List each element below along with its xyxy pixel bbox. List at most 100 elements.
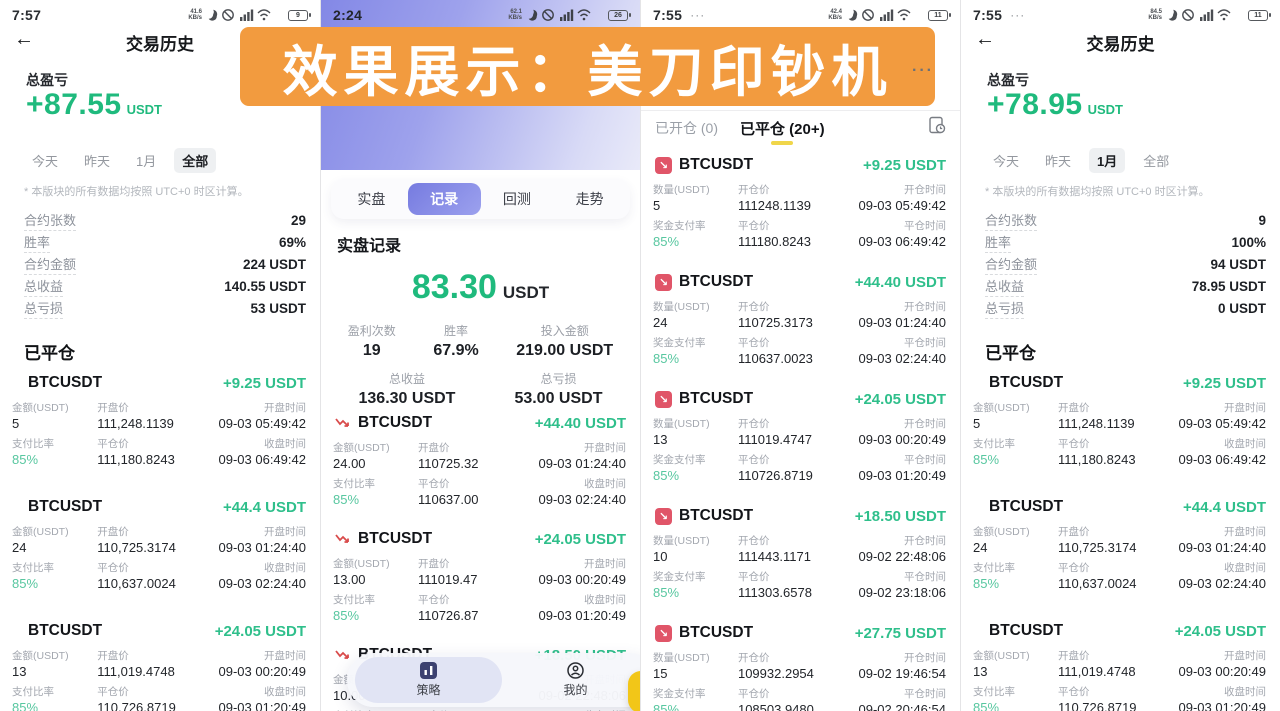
wifi-icon [578, 10, 590, 20]
promo-banner-text: 效果展示：美刀印钞机 [282, 27, 892, 107]
symbol: BTCUSDT [679, 273, 753, 291]
stat-row: 合约张数9 [985, 209, 1266, 231]
tab-record[interactable]: 记录 [408, 183, 481, 215]
profit-amount: +24.05 USDT [535, 531, 626, 548]
phone-screen-trade-history-2: 7:55 ··· 84.5KB/s 11 ← 交易历史 总盈亏 +78.95US… [960, 0, 1280, 711]
promo-banner: 效果展示：美刀印钞机 [240, 27, 935, 106]
filter-1month[interactable]: 1月 [128, 148, 164, 173]
status-icons [526, 8, 604, 22]
nav-strategy[interactable]: 策略 [355, 657, 502, 703]
moon-icon [209, 10, 217, 21]
trade-card[interactable]: BTCUSDT+44.4 USDT 金额(USDT)24支付比率85% 开盘价1… [961, 492, 1280, 594]
timezone-note: * 本版块的所有数据均按照 UTC+0 时区计算。 [24, 183, 310, 199]
network-speed: 42.4KB/s [828, 9, 842, 21]
swap-fab[interactable]: ⇄ [628, 671, 640, 711]
short-position-icon: ↘ [655, 508, 672, 525]
tab-closed-positions[interactable]: 已平仓 (20+) [740, 118, 825, 145]
battery-icon: 26 [608, 10, 628, 21]
total-pnl-label: 总盈亏 [26, 70, 68, 90]
filter-all[interactable]: 全部 [1135, 148, 1177, 173]
signal-icon [880, 10, 893, 22]
filter-today[interactable]: 今天 [24, 148, 66, 173]
closed-positions-list: ↘BTCUSDT+9.25 USDT 数量(USDT)5奖金支付率85% 开仓价… [641, 150, 960, 711]
clock-text: 7:57 [12, 7, 41, 23]
battery-icon: 11 [928, 10, 948, 21]
symbol: BTCUSDT [679, 624, 753, 642]
symbol: BTCUSDT [358, 414, 432, 432]
filter-all[interactable]: 全部 [174, 148, 216, 173]
total-pnl-label: 总盈亏 [987, 70, 1029, 90]
nav-mine[interactable]: 我的 [502, 657, 640, 703]
mute-icon [863, 10, 873, 20]
tab-trend[interactable]: 走势 [553, 183, 626, 215]
moon-icon [529, 10, 537, 21]
bottom-nav: 策略 我的 ⇄ [347, 653, 640, 707]
profit-amount: +9.25 USDT [1183, 375, 1266, 392]
stat-row: 总亏损53 USDT [24, 297, 306, 319]
mute-icon [543, 10, 553, 20]
moon-icon [1169, 10, 1177, 21]
profit-amount: +24.05 USDT [215, 623, 306, 640]
symbol: BTCUSDT [679, 507, 753, 525]
network-speed: 62.1KB/s [508, 9, 522, 21]
segmented-tabs: 实盘 记录 回测 走势 [331, 179, 630, 219]
stat-row: 总收益78.95 USDT [985, 275, 1266, 297]
trend-down-icon [335, 533, 351, 545]
trade-card[interactable]: BTCUSDT+9.25 USDT 金额(USDT)5支付比率85% 开盘价11… [0, 368, 320, 470]
trade-card[interactable]: ↘BTCUSDT+9.25 USDT 数量(USDT)5奖金支付率85% 开仓价… [641, 150, 960, 245]
status-icons [206, 8, 284, 22]
battery-icon: 11 [1248, 10, 1268, 21]
trend-down-icon [335, 649, 351, 661]
stat-row: 合约金额94 USDT [985, 253, 1266, 275]
status-icons [846, 8, 924, 22]
filter-today[interactable]: 今天 [985, 148, 1027, 173]
order-history-icon[interactable] [928, 116, 946, 139]
clock-text: 2:24 [333, 7, 362, 23]
short-position-icon: ↘ [655, 391, 672, 408]
tab-open-positions[interactable]: 已开仓 (0) [655, 118, 718, 144]
filter-yesterday[interactable]: 昨天 [76, 148, 118, 173]
date-filter-tabs: 今天 昨天 1月 全部 [24, 148, 216, 173]
profit-amount: +44.4 USDT [223, 499, 306, 516]
phone-screen-positions: 7:55 ··· 42.4KB/s 11 ··· 已开仓 (0) 已平仓 (20… [640, 0, 960, 711]
short-position-icon: ↘ [655, 157, 672, 174]
profit-amount: +24.05 USDT [855, 391, 946, 408]
symbol: BTCUSDT [679, 156, 753, 174]
profit-amount: +9.25 USDT [863, 157, 946, 174]
status-icons [1166, 8, 1244, 22]
phone-screen-strategy-record: 2:24 62.1KB/s 26 实盘 记录 回测 走势 实盘记录 83.30U… [320, 0, 640, 711]
trade-card[interactable]: BTCUSDT+44.4 USDT 金额(USDT)24支付比率85% 开盘价1… [0, 492, 320, 594]
symbol: BTCUSDT [28, 622, 102, 640]
status-bar: 7:55 ··· 42.4KB/s 11 [641, 5, 960, 25]
more-options-button[interactable]: ··· [912, 62, 934, 80]
profit-amount: +27.75 USDT [855, 625, 946, 642]
trade-card[interactable]: ↘BTCUSDT+24.05 USDT 数量(USDT)13奖金支付率85% 开… [641, 384, 960, 479]
battery-icon: 9 [288, 10, 308, 21]
total-pnl-value: +78.95USDT [987, 88, 1123, 122]
tab-live[interactable]: 实盘 [335, 183, 408, 215]
trade-card[interactable]: BTCUSDT+44.40 USDT 金额(USDT)24.00支付比率85% … [321, 408, 640, 504]
signal-icon [240, 10, 253, 22]
trade-card[interactable]: ↘BTCUSDT+44.40 USDT 数量(USDT)24奖金支付率85% 开… [641, 267, 960, 362]
filter-yesterday[interactable]: 昨天 [1037, 148, 1079, 173]
filter-1month[interactable]: 1月 [1089, 148, 1125, 173]
closed-positions-heading: 已平仓 [985, 339, 1036, 364]
stat-row: 胜率100% [985, 231, 1266, 253]
total-pnl-value: +87.55USDT [26, 88, 162, 122]
wifi-icon [258, 10, 270, 20]
trade-card[interactable]: ↘BTCUSDT+27.75 USDT 数量(USDT)15奖金支付率85% 开… [641, 618, 960, 711]
stat-item: 投入金额219.00 USDT [516, 322, 613, 360]
trade-card[interactable]: BTCUSDT+24.05 USDT 金额(USDT)13.00支付比率85% … [321, 524, 640, 620]
trade-card[interactable]: ↘BTCUSDT+18.50 USDT 数量(USDT)10奖金支付率85% 开… [641, 501, 960, 596]
section-title: 实盘记录 [337, 232, 401, 256]
statusbar-dots: ··· [1010, 8, 1025, 22]
trade-card[interactable]: BTCUSDT+24.05 USDT 金额(USDT)13支付比率85% 开盘价… [961, 616, 1280, 711]
trade-card[interactable]: BTCUSDT+9.25 USDT 金额(USDT)5支付比率85% 开盘价11… [961, 368, 1280, 470]
signal-icon [560, 10, 573, 22]
tab-backtest[interactable]: 回测 [481, 183, 554, 215]
divider [641, 110, 960, 111]
date-filter-tabs: 今天 昨天 1月 全部 [985, 148, 1177, 173]
stat-item: 总收益136.30 USDT [359, 370, 456, 408]
trade-card[interactable]: BTCUSDT+24.05 USDT 金额(USDT)13支付比率85% 开盘价… [0, 616, 320, 711]
symbol: BTCUSDT [989, 622, 1063, 640]
